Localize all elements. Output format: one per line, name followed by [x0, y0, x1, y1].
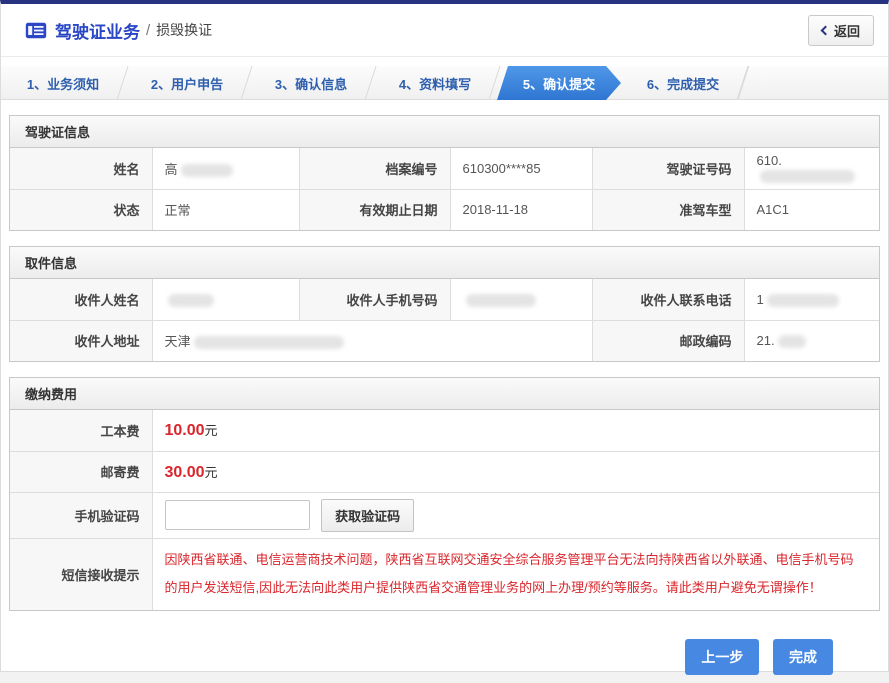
fees-table: 工本费 10.00元 邮寄费 30.00元 手机验证码 获取验证码	[10, 410, 879, 610]
field-label-recipient-mobile: 收件人手机号码	[299, 279, 450, 320]
field-label-sms-code: 手机验证码	[10, 492, 152, 538]
table-row: 邮寄费 30.00元	[10, 451, 879, 492]
step-label: 6、完成提交	[647, 74, 719, 93]
production-fee-amount: 10.00	[165, 422, 205, 439]
field-value-zip-code: 21.	[744, 320, 879, 361]
footer-actions: 上一步 完成	[1, 639, 888, 675]
sms-code-cell: 获取验证码	[152, 492, 879, 538]
field-value-recipient-name	[152, 279, 299, 320]
sms-code-input[interactable]	[165, 500, 310, 530]
step-navigation: 1、业务须知 2、用户申告 3、确认信息 4、资料填写 5、确认提交 6、完成提…	[1, 66, 888, 100]
fees-section-title: 缴纳费用	[10, 378, 879, 410]
previous-step-button[interactable]: 上一步	[685, 639, 759, 675]
field-value-expiry-date: 2018-11-18	[450, 189, 592, 230]
step-1-business-notice: 1、业务须知	[1, 66, 125, 100]
field-label-file-number: 档案编号	[299, 148, 450, 189]
back-button-label: 返回	[834, 21, 860, 40]
page-header: 驾驶证业务 / 损毁换证 返回	[1, 4, 888, 57]
step-3-confirm-info: 3、确认信息	[249, 66, 373, 100]
fee-unit: 元	[205, 465, 218, 480]
field-label-vehicle-class: 准驾车型	[592, 189, 744, 230]
step-label: 4、资料填写	[399, 74, 471, 93]
field-value-production-fee: 10.00元	[152, 410, 879, 451]
field-value-status: 正常	[152, 189, 299, 230]
table-row: 短信接收提示 因陕西省联通、电信运营商技术问题，陕西省互联网交通安全综合服务管理…	[10, 538, 879, 610]
page-title: 驾驶证业务	[55, 18, 140, 43]
step-6-complete-submit: 6、完成提交	[621, 66, 745, 100]
field-label-recipient-phone: 收件人联系电话	[592, 279, 744, 320]
field-value-vehicle-class: A1C1	[744, 189, 879, 230]
step-5-confirm-submit-active: 5、确认提交	[497, 66, 621, 100]
field-label-postage-fee: 邮寄费	[10, 451, 152, 492]
postage-fee-amount: 30.00	[165, 464, 205, 481]
redacted-blur	[760, 170, 855, 183]
step-label: 2、用户申告	[151, 74, 223, 93]
field-label-recipient-address: 收件人地址	[10, 320, 152, 361]
redacted-blur	[194, 336, 344, 349]
field-value-postage-fee: 30.00元	[152, 451, 879, 492]
license-info-table: 姓名 高 档案编号 610300****85 驾驶证号码 610. 状态 正常 …	[10, 148, 879, 230]
field-value-recipient-address: 天津	[152, 320, 592, 361]
redacted-blur	[181, 164, 233, 177]
table-row: 手机验证码 获取验证码	[10, 492, 879, 538]
redacted-blur	[466, 294, 536, 307]
field-label-status: 状态	[10, 189, 152, 230]
pickup-info-table: 收件人姓名 收件人手机号码 收件人联系电话 1 收件人地址 天津 邮政编码 21…	[10, 279, 879, 361]
breadcrumb-current-page: 损毁换证	[156, 20, 212, 40]
redacted-blur	[778, 335, 806, 348]
get-sms-code-button[interactable]: 获取验证码	[321, 499, 414, 532]
field-value-file-number: 610300****85	[450, 148, 592, 189]
license-info-section: 驾驶证信息 姓名 高 档案编号 610300****85 驾驶证号码 610. …	[9, 115, 880, 231]
field-value-recipient-mobile	[450, 279, 592, 320]
page-container: 驾驶证业务 / 损毁换证 返回 1、业务须知 2、用户申告 3、确认信息 4、资…	[0, 0, 889, 672]
license-card-icon	[25, 22, 47, 39]
fee-unit: 元	[205, 423, 218, 438]
step-2-user-declaration: 2、用户申告	[125, 66, 249, 100]
table-row: 收件人姓名 收件人手机号码 收件人联系电话 1	[10, 279, 879, 320]
table-row: 收件人地址 天津 邮政编码 21.	[10, 320, 879, 361]
step-label: 3、确认信息	[275, 74, 347, 93]
fees-section: 缴纳费用 工本费 10.00元 邮寄费 30.00元 手机验证码	[9, 377, 880, 611]
finish-button[interactable]: 完成	[773, 639, 833, 675]
field-label-license-number: 驾驶证号码	[592, 148, 744, 189]
step-label: 5、确认提交	[523, 74, 595, 93]
pickup-info-section-title: 取件信息	[10, 247, 879, 279]
field-label-expiry-date: 有效期止日期	[299, 189, 450, 230]
back-button[interactable]: 返回	[808, 15, 874, 46]
field-label-sms-notice: 短信接收提示	[10, 538, 152, 610]
table-row: 状态 正常 有效期止日期 2018-11-18 准驾车型 A1C1	[10, 189, 879, 230]
field-label-production-fee: 工本费	[10, 410, 152, 451]
step-4-fill-materials: 4、资料填写	[373, 66, 497, 100]
step-label: 1、业务须知	[27, 74, 99, 93]
field-value-name: 高	[152, 148, 299, 189]
back-chevron-icon	[821, 25, 831, 35]
license-info-section-title: 驾驶证信息	[10, 116, 879, 148]
field-value-recipient-phone: 1	[744, 279, 879, 320]
sms-notice-cell: 因陕西省联通、电信运营商技术问题，陕西省互联网交通安全综合服务管理平台无法向持陕…	[152, 538, 879, 610]
pickup-info-section: 取件信息 收件人姓名 收件人手机号码 收件人联系电话 1 收件人地址 天津	[9, 246, 880, 362]
redacted-blur	[168, 294, 214, 307]
redacted-blur	[767, 294, 839, 307]
table-row: 工本费 10.00元	[10, 410, 879, 451]
field-label-zip-code: 邮政编码	[592, 320, 744, 361]
field-value-license-number: 610.	[744, 148, 879, 189]
table-row: 姓名 高 档案编号 610300****85 驾驶证号码 610.	[10, 148, 879, 189]
field-label-name: 姓名	[10, 148, 152, 189]
field-label-recipient-name: 收件人姓名	[10, 279, 152, 320]
breadcrumb-separator: /	[146, 22, 150, 39]
sms-notice-text: 因陕西省联通、电信运营商技术问题，陕西省互联网交通安全综合服务管理平台无法向持陕…	[165, 540, 880, 608]
